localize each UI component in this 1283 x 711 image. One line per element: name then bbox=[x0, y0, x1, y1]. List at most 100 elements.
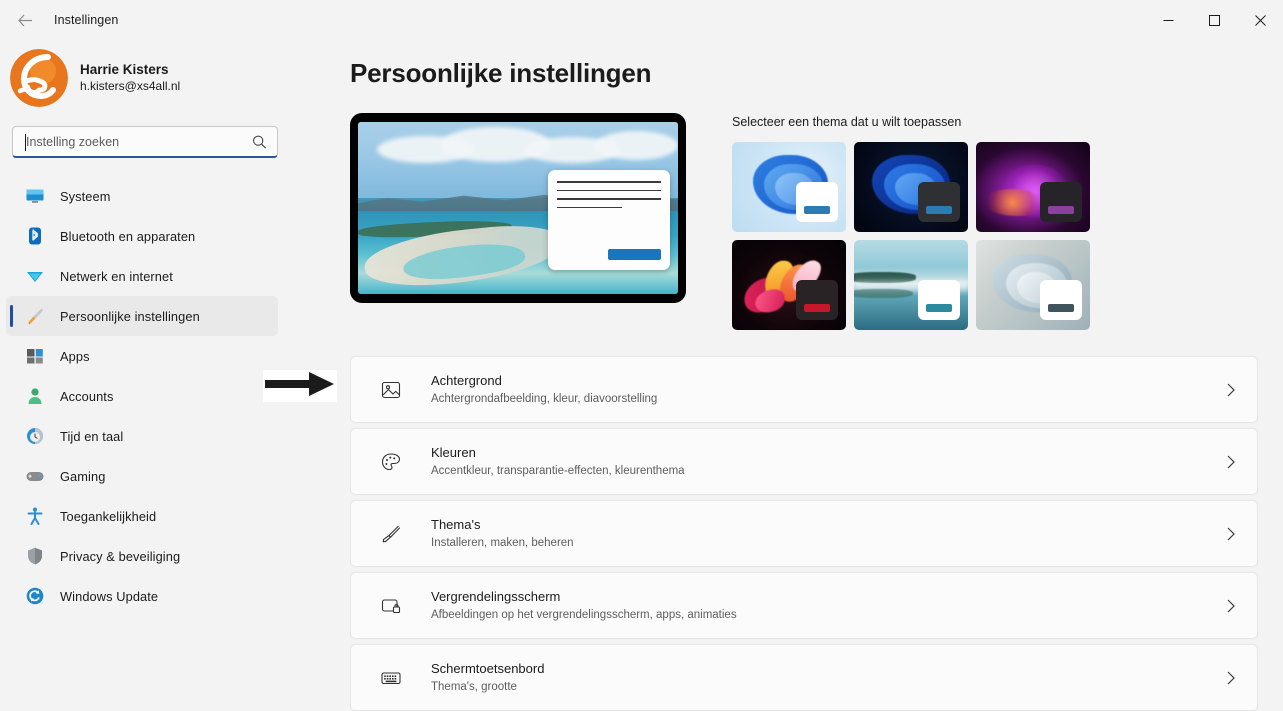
theme-chooser: Selecteer een thema dat u wilt toepassen bbox=[732, 113, 1263, 330]
picture-icon bbox=[377, 376, 405, 404]
maximize-icon bbox=[1208, 14, 1220, 26]
person-icon bbox=[24, 385, 46, 407]
sidebar-item-label: Toegankelijkheid bbox=[60, 508, 157, 524]
shield-icon bbox=[24, 545, 46, 567]
theme-tile-windows-dark-bloom[interactable] bbox=[854, 142, 968, 232]
sidebar-item-windows-update[interactable]: Windows Update bbox=[6, 576, 278, 616]
close-icon bbox=[1254, 14, 1266, 26]
title-bar: Instellingen bbox=[0, 0, 1283, 40]
wifi-icon bbox=[24, 265, 46, 287]
page-title: Persoonlijke instellingen bbox=[350, 58, 652, 88]
theme-window-preview bbox=[1040, 280, 1082, 320]
back-arrow-icon bbox=[17, 14, 33, 27]
theme-tile-sunrise[interactable] bbox=[976, 240, 1090, 330]
caption-buttons bbox=[1145, 0, 1283, 40]
chevron-right-icon[interactable] bbox=[1221, 455, 1241, 469]
sidebar-item-systeem[interactable]: Systeem bbox=[6, 176, 278, 216]
chevron-right-icon[interactable] bbox=[1221, 599, 1241, 613]
preview-dialog-window bbox=[548, 170, 670, 270]
theme-tile-flow[interactable] bbox=[732, 240, 846, 330]
row-text: Thema's Installeren, maken, beheren bbox=[431, 516, 1221, 552]
paintbrush-icon bbox=[377, 520, 405, 548]
preview-screen bbox=[358, 122, 678, 294]
sidebar-item-toegankelijkheid[interactable]: Toegankelijkheid bbox=[6, 496, 278, 536]
update-refresh-icon bbox=[24, 585, 46, 607]
sidebar-item-tijd-en-taal[interactable]: Tijd en taal bbox=[6, 416, 278, 456]
cloud-shape bbox=[594, 130, 678, 160]
sidebar-item-label: Apps bbox=[60, 348, 90, 364]
sidebar: Harrie Kisters h.kisters@xs4all.nl Inste… bbox=[0, 40, 290, 711]
theme-preview-monitor bbox=[350, 113, 686, 303]
account-email: h.kisters@xs4all.nl bbox=[80, 79, 181, 93]
theme-tile-windows-light-bloom[interactable] bbox=[732, 142, 846, 232]
top-area: Selecteer een thema dat u wilt toepassen bbox=[350, 113, 1263, 330]
theme-window-preview bbox=[796, 182, 838, 222]
sidebar-item-privacy-beveiliging[interactable]: Privacy & beveiliging bbox=[6, 536, 278, 576]
settings-row-achtergrond[interactable]: Achtergrond Achtergrondafbeelding, kleur… bbox=[350, 356, 1258, 423]
pointer-arrow-right-icon bbox=[265, 371, 335, 402]
chevron-right-icon[interactable] bbox=[1221, 671, 1241, 685]
search-wrapper: Instelling zoeken bbox=[0, 112, 290, 158]
minimize-button[interactable] bbox=[1145, 0, 1191, 40]
user-avatar-logo bbox=[10, 49, 68, 107]
sidebar-item-accounts[interactable]: Accounts bbox=[6, 376, 278, 416]
theme-chooser-label: Selecteer een thema dat u wilt toepassen bbox=[732, 115, 962, 129]
theme-grid bbox=[732, 142, 1102, 330]
sidebar-item-label: Bluetooth en apparaten bbox=[60, 228, 196, 244]
chevron-right-icon[interactable] bbox=[1221, 527, 1241, 541]
minimize-icon bbox=[1163, 15, 1174, 26]
sidebar-item-bluetooth-en-apparaten[interactable]: Bluetooth en apparaten bbox=[6, 216, 278, 256]
main-content: Persoonlijke instellingen Selecteer een … bbox=[290, 40, 1283, 711]
window-title: Instellingen bbox=[54, 13, 119, 27]
theme-accent-bar bbox=[804, 206, 830, 214]
annotation-arrow bbox=[263, 370, 337, 402]
window-body: Harrie Kisters h.kisters@xs4all.nl Inste… bbox=[0, 40, 1283, 711]
close-button[interactable] bbox=[1237, 0, 1283, 40]
keyboard-icon bbox=[377, 664, 405, 692]
theme-tile-glow[interactable] bbox=[976, 142, 1090, 232]
theme-window-preview bbox=[1040, 182, 1082, 222]
search-icon[interactable] bbox=[252, 134, 267, 149]
settings-row-kleuren[interactable]: Kleuren Accentkleur, transparantie-effec… bbox=[350, 428, 1258, 495]
apps-grid-icon bbox=[24, 345, 46, 367]
chevron-right-icon[interactable] bbox=[1221, 383, 1241, 397]
settings-row-themas[interactable]: Thema's Installeren, maken, beheren bbox=[350, 500, 1258, 567]
search-input[interactable]: Instelling zoeken bbox=[12, 126, 278, 158]
sidebar-nav-list: Systeem Bluetooth en apparaten Netwerk e… bbox=[0, 176, 290, 616]
row-subtitle: Installeren, maken, beheren bbox=[431, 536, 574, 549]
row-text: Achtergrond Achtergrondafbeelding, kleur… bbox=[431, 372, 1221, 408]
theme-window-preview bbox=[918, 280, 960, 320]
text-caret bbox=[25, 134, 26, 151]
monitor-icon bbox=[24, 185, 46, 207]
maximize-button[interactable] bbox=[1191, 0, 1237, 40]
row-text: Schermtoetsenbord Thema's, grootte bbox=[431, 660, 1221, 696]
theme-accent-bar bbox=[804, 304, 830, 312]
dialog-accent-button bbox=[607, 248, 661, 260]
accessibility-icon bbox=[24, 505, 46, 527]
dialog-line bbox=[557, 206, 622, 209]
sidebar-item-gaming[interactable]: Gaming bbox=[6, 456, 278, 496]
theme-window-preview bbox=[796, 280, 838, 320]
gamepad-icon bbox=[24, 465, 46, 487]
theme-window-preview bbox=[918, 182, 960, 222]
settings-row-schermtoetsenbord[interactable]: Schermtoetsenbord Thema's, grootte bbox=[350, 644, 1258, 711]
row-title: Kleuren bbox=[431, 444, 476, 460]
back-button[interactable] bbox=[8, 5, 42, 35]
sidebar-item-label: Privacy & beveiliging bbox=[60, 548, 181, 564]
theme-tile-captured-motion[interactable] bbox=[854, 240, 968, 330]
dialog-line bbox=[557, 198, 661, 200]
settings-list: Achtergrond Achtergrondafbeelding, kleur… bbox=[350, 356, 1258, 711]
theme-accent-bar bbox=[1048, 304, 1074, 312]
search-placeholder: Instelling zoeken bbox=[26, 134, 120, 149]
account-name: Harrie Kisters bbox=[80, 62, 169, 77]
clock-globe-icon bbox=[24, 425, 46, 447]
row-title: Achtergrond bbox=[431, 372, 502, 388]
settings-row-vergrendelingsscherm[interactable]: Vergrendelingsscherm Afbeeldingen op het… bbox=[350, 572, 1258, 639]
sidebar-item-apps[interactable]: Apps bbox=[6, 336, 278, 376]
sidebar-item-netwerk-en-internet[interactable]: Netwerk en internet bbox=[6, 256, 278, 296]
bluetooth-icon bbox=[24, 225, 46, 247]
sidebar-item-persoonlijke-instellingen[interactable]: Persoonlijke instellingen bbox=[6, 296, 278, 336]
account-block[interactable]: Harrie Kisters h.kisters@xs4all.nl bbox=[0, 40, 290, 112]
row-subtitle: Afbeeldingen op het vergrendelingsscherm… bbox=[431, 608, 737, 621]
theme-accent-bar bbox=[926, 206, 952, 214]
